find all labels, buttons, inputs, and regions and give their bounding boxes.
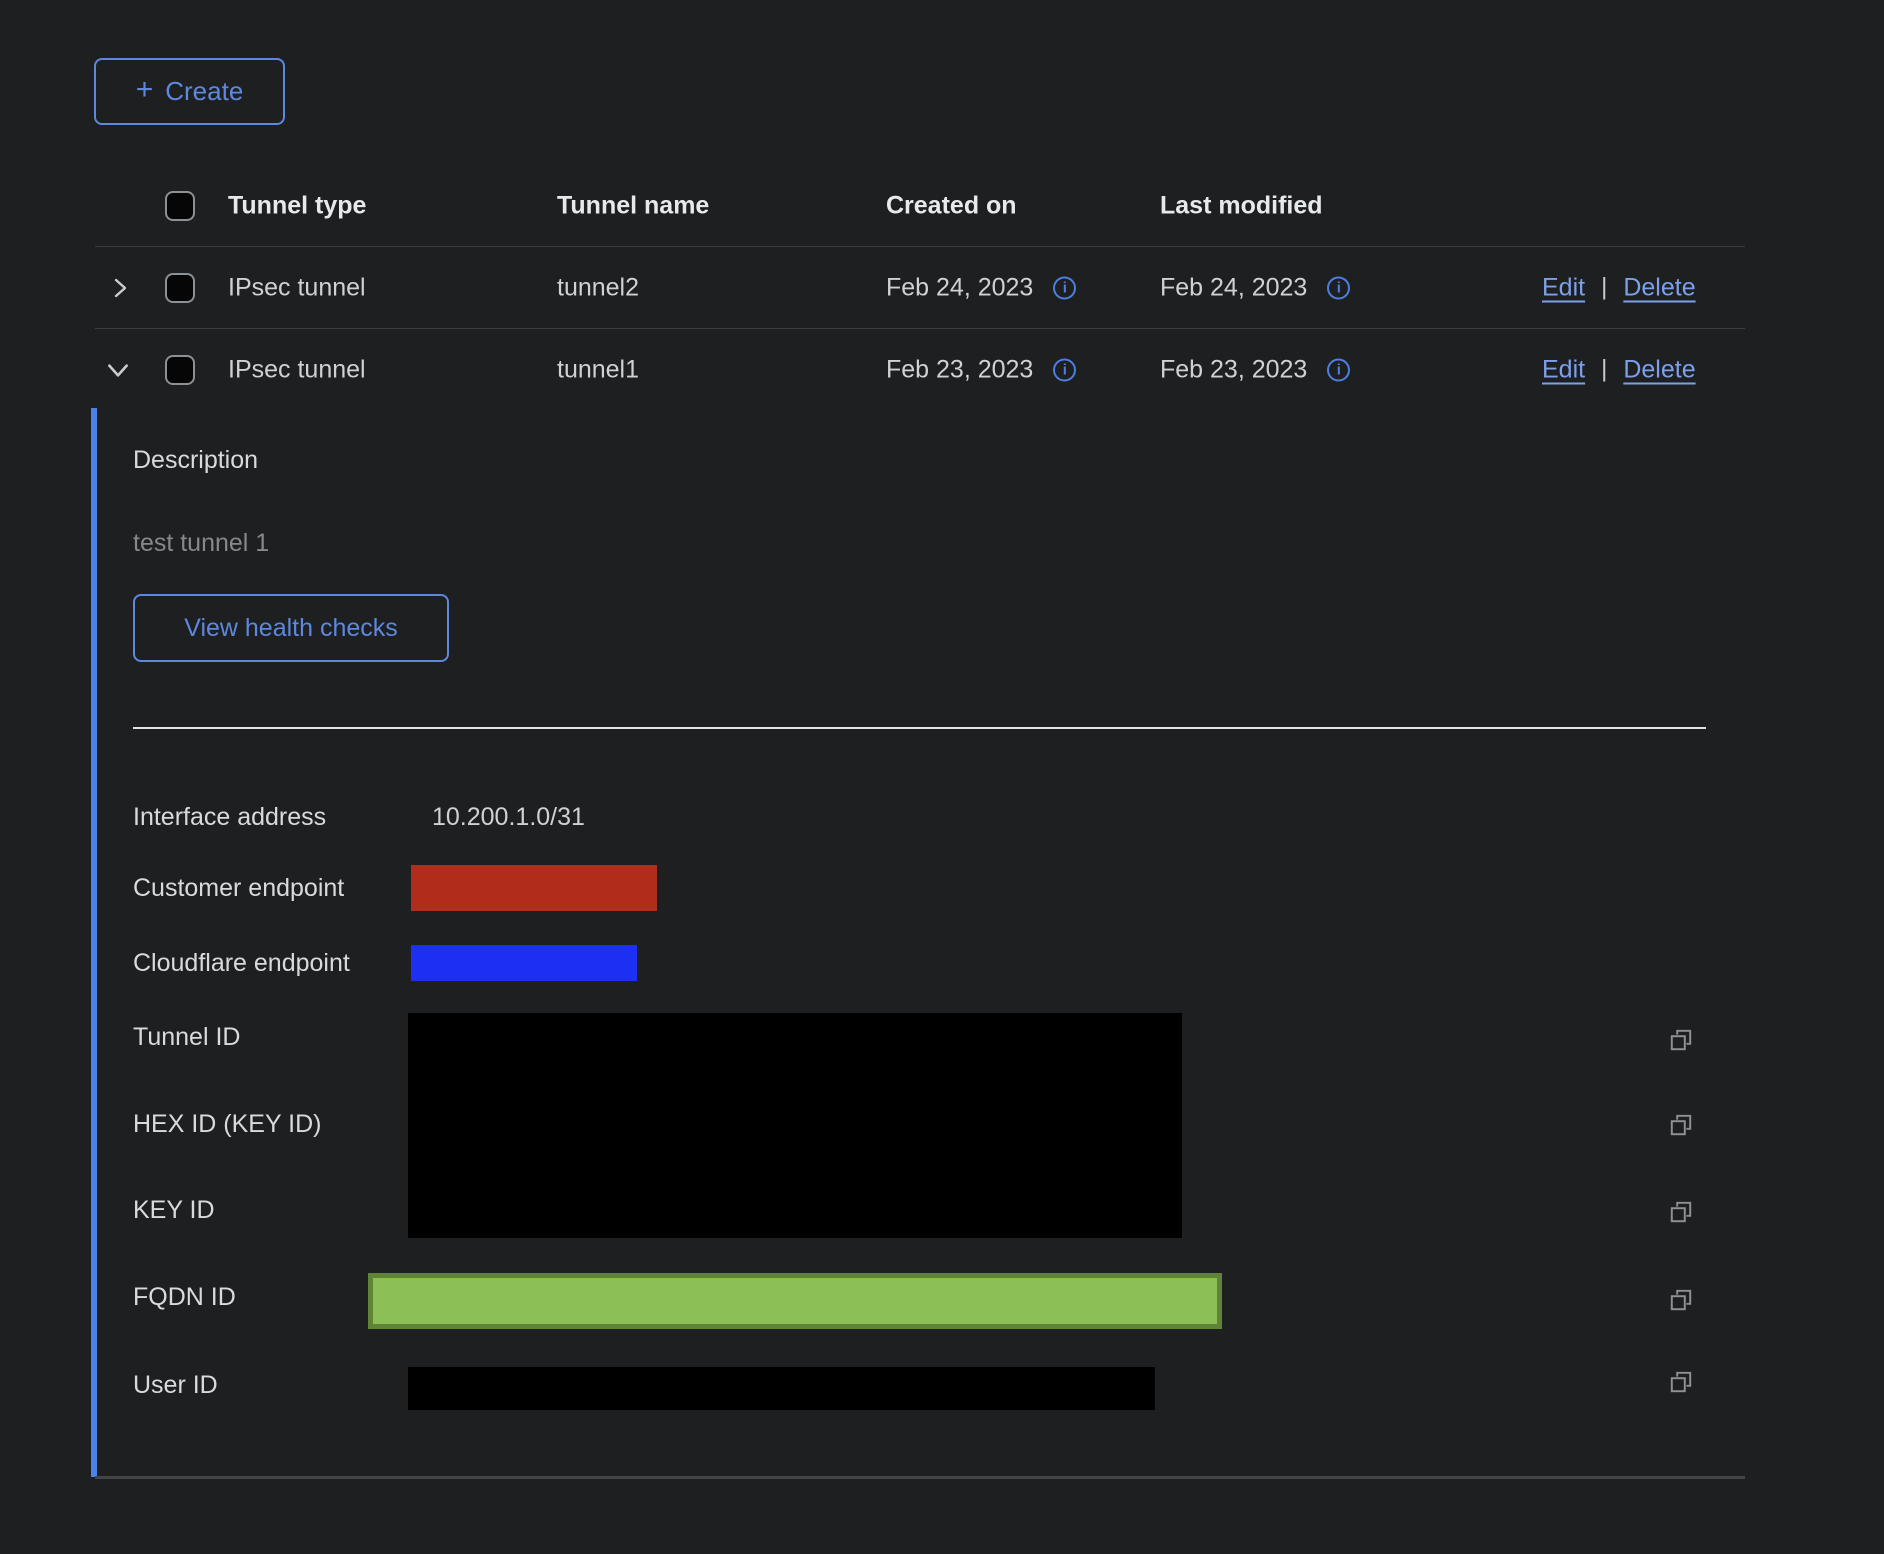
edit-link[interactable]: Edit [1542, 355, 1585, 384]
row-checkbox[interactable] [165, 273, 195, 303]
tunnels-table: Tunnel type Tunnel name Created on Last … [95, 165, 1745, 410]
tunnel-hex-key-id-redaction [408, 1013, 1182, 1238]
copy-icon[interactable] [1668, 1369, 1694, 1395]
fqdn-id-redaction [368, 1273, 1222, 1329]
last-modified-cell: Feb 23, 2023 i [1160, 355, 1350, 384]
interface-address-label: Interface address [133, 803, 326, 832]
row-actions: Edit | Delete [1542, 355, 1696, 384]
tunnel-id-label: Tunnel ID [133, 1023, 240, 1052]
cloudflare-endpoint-redaction [411, 945, 637, 981]
expanded-row-accent-bar [91, 408, 97, 1477]
copy-icon[interactable] [1668, 1027, 1694, 1053]
created-on-cell: Feb 24, 2023 i [886, 273, 1076, 302]
chevron-down-icon[interactable] [101, 353, 135, 387]
copy-icon[interactable] [1668, 1199, 1694, 1225]
info-icon[interactable]: i [1327, 358, 1350, 381]
created-on-date: Feb 23, 2023 [886, 355, 1033, 384]
delete-link[interactable]: Delete [1623, 273, 1695, 302]
row-actions: Edit | Delete [1542, 273, 1696, 302]
tunnel-type-cell: IPsec tunnel [228, 273, 366, 302]
detail-divider [133, 727, 1706, 729]
table-row: IPsec tunnel tunnel1 Feb 23, 2023 i Feb … [95, 329, 1745, 410]
copy-icon[interactable] [1668, 1112, 1694, 1138]
last-modified-date: Feb 24, 2023 [1160, 273, 1307, 302]
tunnel-name-cell: tunnel1 [557, 355, 639, 384]
actions-separator: | [1601, 356, 1607, 384]
user-id-redaction [408, 1367, 1155, 1410]
hex-id-label: HEX ID (KEY ID) [133, 1110, 321, 1139]
create-button[interactable]: + Create [94, 58, 285, 125]
select-all-checkbox[interactable] [165, 191, 195, 221]
last-modified-cell: Feb 24, 2023 i [1160, 273, 1350, 302]
table-header-row: Tunnel type Tunnel name Created on Last … [95, 165, 1745, 247]
cloudflare-endpoint-label: Cloudflare endpoint [133, 949, 350, 978]
col-header-last-modified: Last modified [1160, 191, 1323, 220]
created-on-date: Feb 24, 2023 [886, 273, 1033, 302]
fqdn-id-label: FQDN ID [133, 1283, 236, 1312]
customer-endpoint-redaction [411, 865, 657, 911]
info-icon[interactable]: i [1327, 276, 1350, 299]
delete-link[interactable]: Delete [1623, 355, 1695, 384]
edit-link[interactable]: Edit [1542, 273, 1585, 302]
col-header-tunnel-name: Tunnel name [557, 191, 709, 220]
view-health-checks-button[interactable]: View health checks [133, 594, 449, 662]
create-button-label: Create [165, 76, 243, 107]
col-header-created-on: Created on [886, 191, 1017, 220]
interface-address-value: 10.200.1.0/31 [432, 803, 585, 832]
last-modified-date: Feb 23, 2023 [1160, 355, 1307, 384]
row-checkbox[interactable] [165, 355, 195, 385]
expanded-row-bottom-divider [95, 1476, 1745, 1479]
copy-icon[interactable] [1668, 1287, 1694, 1313]
description-value: test tunnel 1 [133, 529, 269, 558]
info-icon[interactable]: i [1053, 276, 1076, 299]
actions-separator: | [1601, 274, 1607, 302]
tunnel-type-cell: IPsec tunnel [228, 355, 366, 384]
customer-endpoint-label: Customer endpoint [133, 874, 344, 903]
description-label: Description [133, 446, 258, 475]
created-on-cell: Feb 23, 2023 i [886, 355, 1076, 384]
plus-icon: + [136, 75, 154, 105]
table-row: IPsec tunnel tunnel2 Feb 24, 2023 i Feb … [95, 247, 1745, 329]
col-header-tunnel-type: Tunnel type [228, 191, 366, 220]
tunnel-name-cell: tunnel2 [557, 273, 639, 302]
info-icon[interactable]: i [1053, 358, 1076, 381]
user-id-label: User ID [133, 1371, 218, 1400]
key-id-label: KEY ID [133, 1196, 215, 1225]
chevron-right-icon[interactable] [103, 271, 137, 305]
